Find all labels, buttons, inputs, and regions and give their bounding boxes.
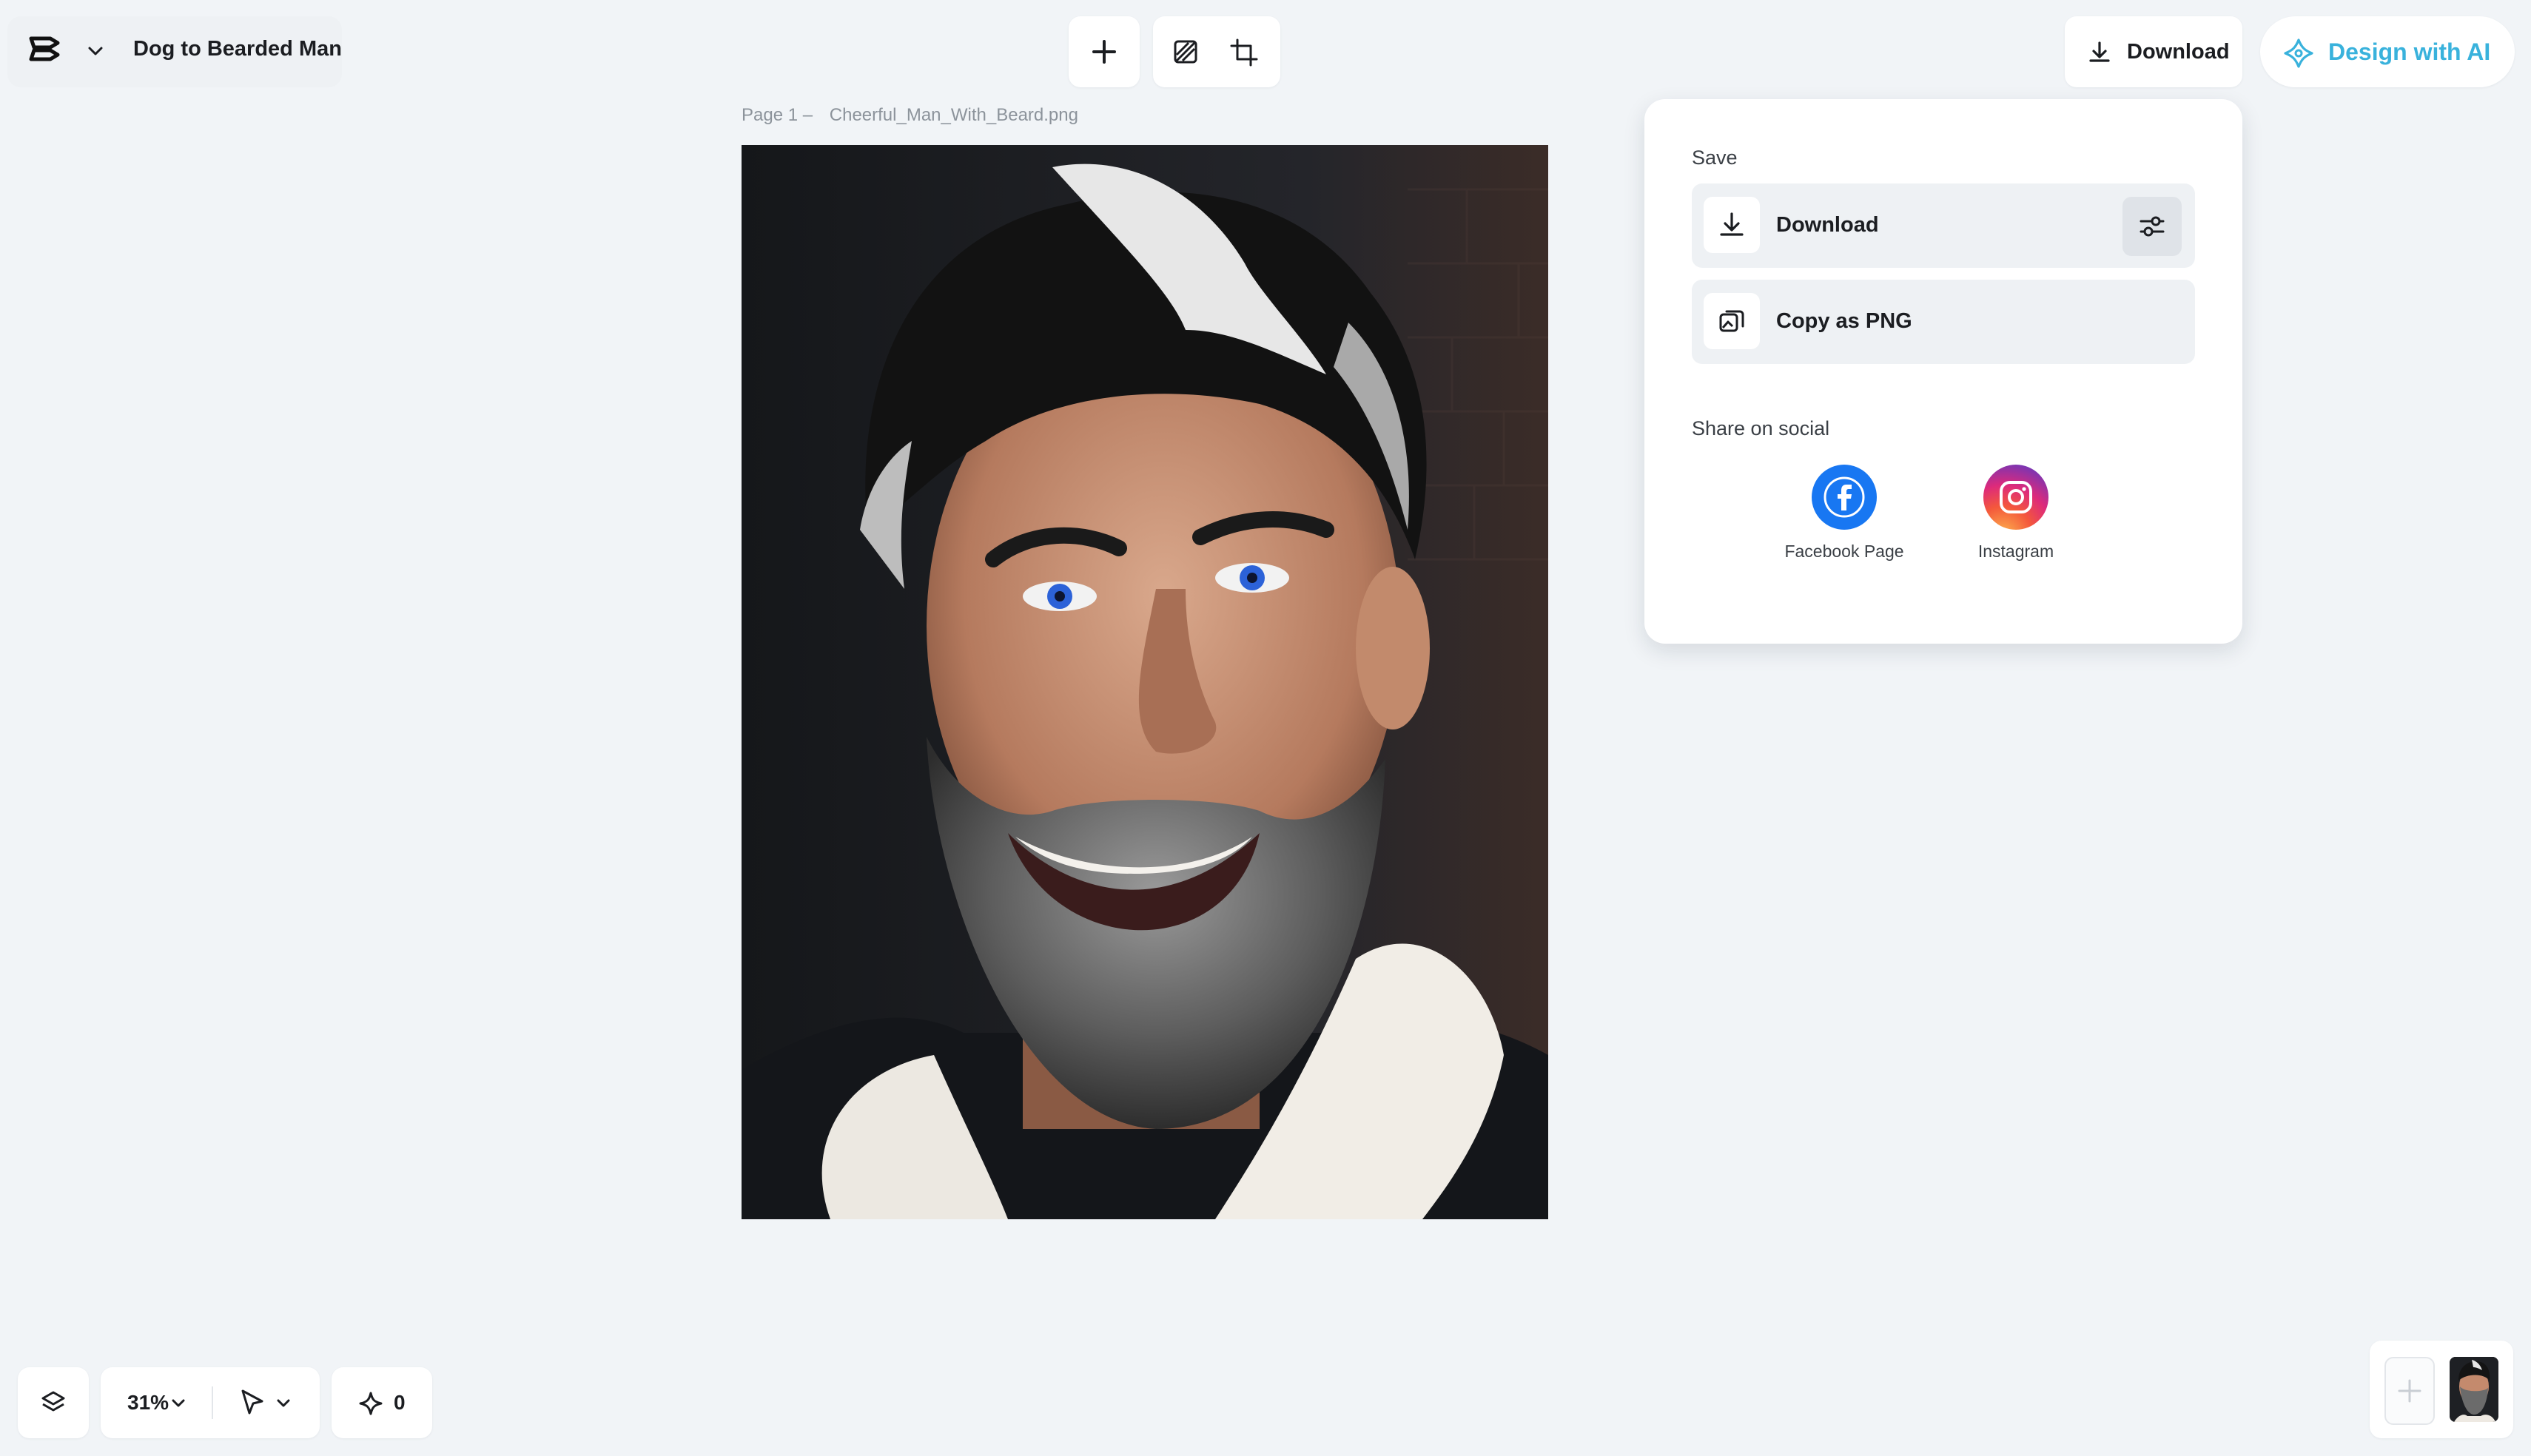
divider xyxy=(212,1386,213,1419)
download-option[interactable]: Download xyxy=(1692,183,2195,268)
share-instagram[interactable]: Instagram xyxy=(1942,465,2090,562)
design-with-ai-label: Design with AI xyxy=(2328,38,2491,65)
project-menu[interactable]: Dog to Bearded Man xyxy=(7,16,342,87)
instagram-icon xyxy=(1983,465,2048,530)
copy-image-icon xyxy=(1704,293,1760,349)
file-name[interactable]: Cheerful_Man_With_Beard.png xyxy=(830,105,1078,125)
facebook-icon xyxy=(1812,465,1877,530)
crop-icon[interactable] xyxy=(1230,38,1258,67)
cursor-pointer-icon[interactable] xyxy=(238,1388,266,1416)
design-with-ai-button[interactable]: Design with AI xyxy=(2260,16,2515,87)
download-icon xyxy=(2087,40,2112,65)
download-button[interactable]: Download xyxy=(2065,16,2242,87)
download-settings-button[interactable] xyxy=(2122,197,2182,256)
plus-icon xyxy=(1089,37,1119,67)
download-icon xyxy=(1704,197,1760,253)
hatch-square-icon[interactable] xyxy=(1172,38,1199,65)
canvas-image[interactable] xyxy=(742,145,1548,1219)
page-thumbnail[interactable] xyxy=(2450,1357,2498,1422)
facebook-page-label: Facebook Page xyxy=(1784,542,1904,561)
sparkle-icon xyxy=(358,1391,383,1416)
copy-as-png-label: Copy as PNG xyxy=(1776,309,1912,333)
zoom-chevron-down-icon[interactable] xyxy=(170,1395,186,1412)
add-page-button[interactable] xyxy=(2384,1357,2435,1425)
sliders-icon xyxy=(2140,216,2165,237)
copy-as-png-option[interactable]: Copy as PNG xyxy=(1692,280,2195,364)
page-thumbnails xyxy=(2370,1341,2513,1438)
credits-count: 0 xyxy=(394,1391,406,1414)
save-section-title: Save xyxy=(1692,146,1738,169)
download-label: Download xyxy=(2127,40,2230,64)
download-option-label: Download xyxy=(1776,213,1879,237)
cursor-chevron-down-icon[interactable] xyxy=(275,1395,292,1412)
project-title[interactable]: Dog to Bearded Man xyxy=(133,37,342,61)
layers-icon xyxy=(40,1389,67,1416)
plus-icon xyxy=(2398,1379,2421,1403)
share-section-title: Share on social xyxy=(1692,417,1830,439)
add-element-button[interactable] xyxy=(1069,16,1140,87)
layers-button[interactable] xyxy=(18,1367,89,1438)
page-number: Page 1 – xyxy=(742,105,813,125)
download-panel: Save Download Copy as PNG Share on socia… xyxy=(1644,99,2242,644)
zoom-and-cursor-controls: 31% xyxy=(101,1367,320,1438)
instagram-label: Instagram xyxy=(1977,542,2054,561)
tools-toolbar xyxy=(1153,16,1280,87)
ai-credits-button[interactable]: 0 xyxy=(332,1367,432,1438)
ai-sparkle-icon xyxy=(2282,37,2315,70)
chevron-down-icon[interactable] xyxy=(86,41,105,61)
zoom-level[interactable]: 31% xyxy=(127,1391,169,1415)
page-label: Page 1 – Cheerful_Man_With_Beard.png xyxy=(742,105,1078,126)
share-facebook-page[interactable]: Facebook Page xyxy=(1770,465,1918,562)
capcut-logo-icon xyxy=(28,34,62,64)
